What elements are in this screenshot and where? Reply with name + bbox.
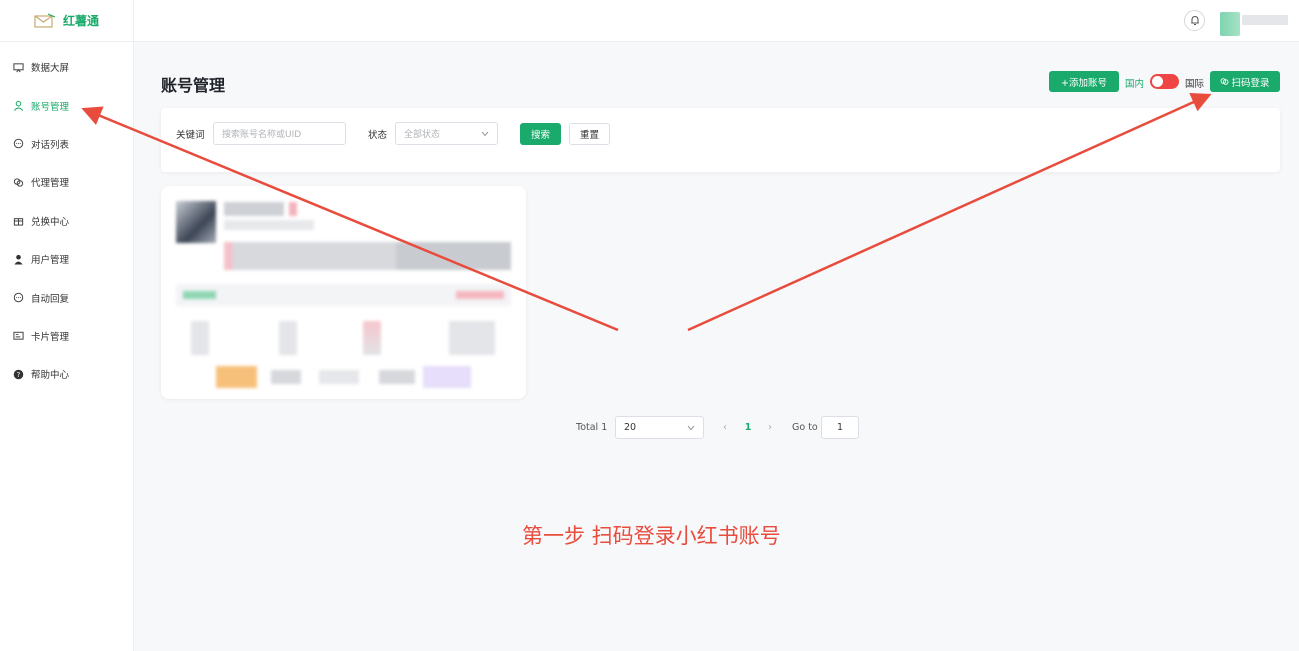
action-chip-3[interactable] [319,370,359,384]
sidebar-item-users[interactable]: 用户管理 [0,240,133,278]
sidebar-item-auto-reply[interactable]: 自动回复 [0,278,133,316]
monitor-icon [13,63,24,73]
sidebar-item-label: 用户管理 [31,255,70,267]
sidebar-item-label: 自动回复 [31,293,70,305]
sidebar: 红薯通 数据大屏 账号管理 对话列表 代理管理 兑换中心 用户管理 自动回复 卡… [0,0,134,651]
goto-label: Go to [792,422,818,433]
sidebar-item-accounts[interactable]: 账号管理 [0,86,133,124]
top-bar [134,0,1299,42]
action-chip-1[interactable] [216,366,257,388]
person-icon [14,254,23,265]
page-size-select[interactable]: 20 [615,416,704,439]
sidebar-item-label: 账号管理 [31,101,70,113]
message-icon [13,292,24,303]
sidebar-menu: 数据大屏 账号管理 对话列表 代理管理 兑换中心 用户管理 自动回复 卡片管理 [0,42,133,394]
toggle-knob [1152,76,1163,87]
notification-bell-icon[interactable] [1184,10,1205,31]
status-select-value: 全部状态 [404,130,441,140]
search-button[interactable]: 搜索 [520,123,561,145]
next-page-button[interactable]: › [760,416,780,439]
app-name: 红薯通 [62,14,99,28]
stat-3-redacted [363,321,381,355]
scan-login-button[interactable]: 扫码登录 [1210,71,1280,92]
scan-login-label: 扫码登录 [1231,77,1270,89]
envelope-icon [34,12,56,28]
sidebar-item-dashboard[interactable]: 数据大屏 [0,48,133,86]
status-value-redacted [456,291,504,299]
keyword-label: 关键词 [176,130,205,141]
sidebar-item-conversations[interactable]: 对话列表 [0,125,133,163]
gift-icon [13,218,24,226]
goto-page-input[interactable]: 1 [821,416,859,439]
link-icon [13,178,24,187]
prev-page-button[interactable]: ‹ [715,416,735,439]
status-select[interactable]: 全部状态 [395,122,498,145]
account-card[interactable] [161,186,526,399]
status-label: 状态 [368,130,388,141]
pagination: Total 1 20 ‹ 1 › Go to 1 [0,416,1299,440]
sidebar-item-help[interactable]: ? 帮助中心 [0,355,133,393]
user-icon [13,100,24,111]
sidebar-item-cards[interactable]: 卡片管理 [0,317,133,355]
action-chip-2[interactable] [271,370,301,384]
sidebar-item-proxies[interactable]: 代理管理 [0,163,133,201]
chevron-down-icon [481,131,489,137]
user-name-redacted[interactable] [1242,15,1288,25]
filter-panel: 关键词 搜索账号名称或UID 状态 全部状态 搜索 重置 [161,108,1280,172]
status-tag-redacted [183,291,216,299]
annotation-caption: 第一步 扫码登录小红书账号 [522,524,781,548]
keyword-search-input[interactable]: 搜索账号名称或UID [213,122,346,145]
badge-redacted [289,202,297,216]
sidebar-item-redeem[interactable]: 兑换中心 [0,202,133,240]
svg-text:?: ? [17,371,21,379]
card-icon [13,332,24,341]
account-desc-redacted [224,242,511,270]
avatar[interactable] [1220,12,1240,36]
sidebar-item-label: 兑换中心 [31,216,70,228]
pagination-total: Total 1 [576,422,608,433]
sidebar-item-label: 数据大屏 [31,63,70,75]
sidebar-item-label: 代理管理 [31,178,70,190]
add-account-button[interactable]: +添加账号 [1049,71,1119,92]
page-size-value: 20 [624,422,637,433]
region-toggle[interactable] [1150,74,1179,89]
qr-link-icon [1221,78,1229,85]
stat-1-redacted [191,321,209,355]
account-avatar-redacted [176,201,216,243]
help-icon: ? [13,369,24,380]
sidebar-item-label: 帮助中心 [31,370,70,382]
action-chip-5[interactable] [423,366,471,388]
chat-icon [13,139,24,149]
account-name-redacted [224,202,284,216]
app-logo[interactable]: 红薯通 [0,0,133,42]
page-title: 账号管理 [161,76,226,95]
sidebar-item-label: 卡片管理 [31,331,70,343]
chevron-down-icon [687,425,695,431]
stat-4-redacted [449,321,495,355]
stat-2-redacted [279,321,297,355]
page-number-current[interactable]: 1 [738,416,758,439]
reset-button[interactable]: 重置 [569,123,610,145]
region-domestic-label: 国内 [1125,79,1145,90]
sidebar-item-label: 对话列表 [31,139,70,151]
account-id-redacted [224,220,314,230]
region-international-label: 国际 [1185,79,1205,90]
action-chip-4[interactable] [379,370,415,384]
